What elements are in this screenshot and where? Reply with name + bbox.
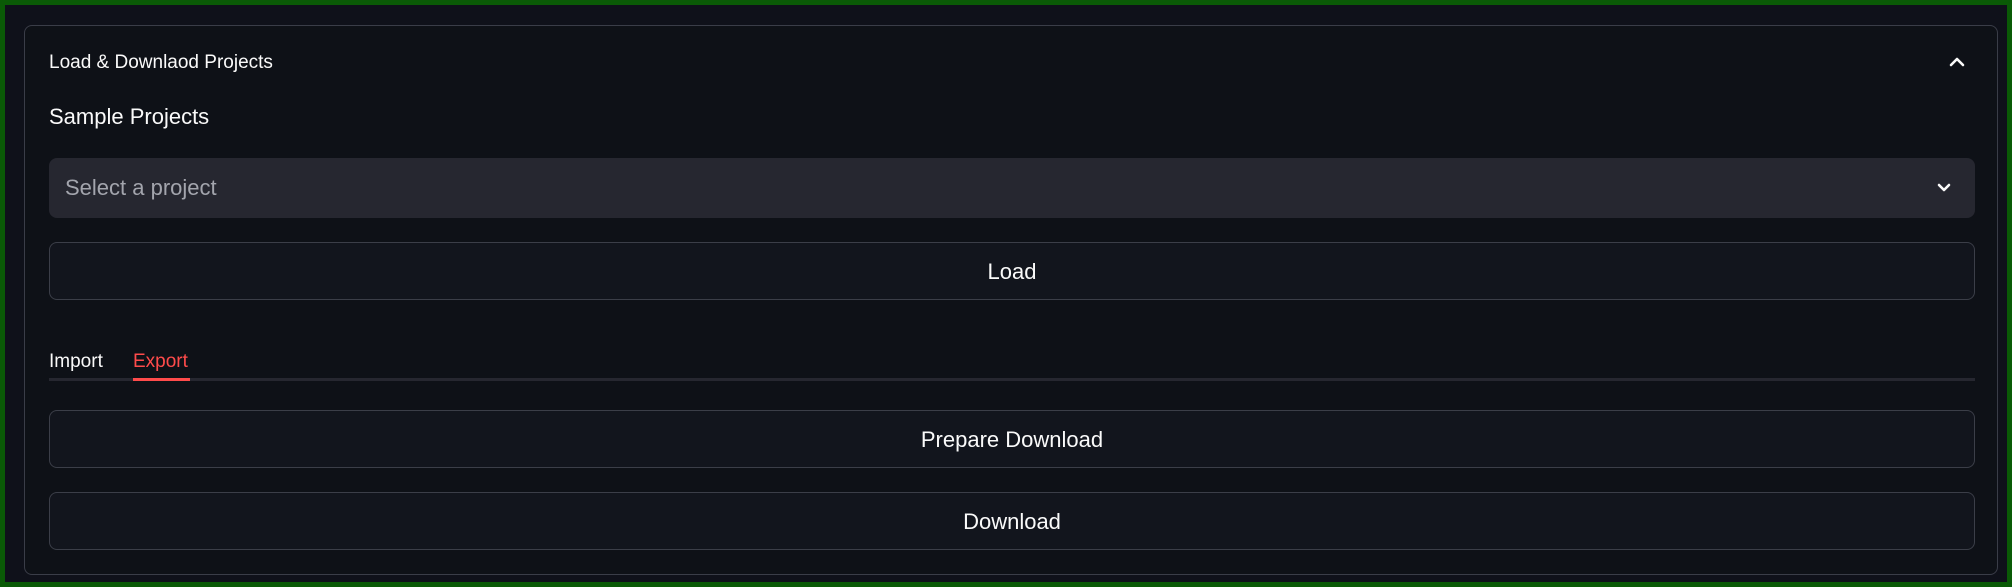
prepare-download-button[interactable]: Prepare Download (49, 410, 1975, 468)
chevron-up-icon[interactable] (1943, 48, 1971, 76)
select-placeholder: Select a project (65, 175, 217, 200)
tab-export[interactable]: Export (133, 349, 188, 375)
load-button[interactable]: Load (49, 242, 1975, 300)
expander-title: Load & Downlaod Projects (49, 52, 273, 73)
chevron-down-icon[interactable] (1931, 175, 1957, 201)
download-button[interactable]: Download (49, 492, 1975, 550)
active-tab-indicator (133, 378, 190, 381)
sample-projects-label: Sample Projects (49, 104, 210, 129)
import-export-tabs: Import Export (49, 341, 1975, 381)
app-frame: Load & Downlaod Projects Sample Projects… (0, 0, 2012, 587)
project-select[interactable]: Select a project (49, 158, 1975, 218)
tab-import[interactable]: Import (49, 349, 103, 375)
expander-header[interactable]: Load & Downlaod Projects (25, 26, 1997, 98)
projects-expander: Load & Downlaod Projects Sample Projects… (24, 25, 1998, 575)
